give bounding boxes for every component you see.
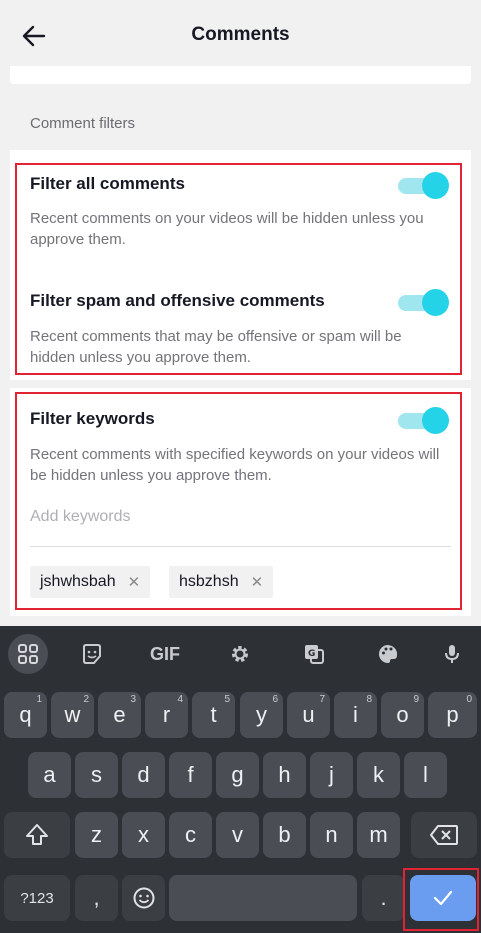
backspace-key[interactable]	[411, 812, 477, 858]
sticker-icon[interactable]	[73, 636, 111, 672]
key-s[interactable]: s	[75, 752, 118, 798]
microphone-icon[interactable]	[433, 636, 471, 672]
key-label: t	[210, 702, 217, 727]
key-hint: 8	[366, 694, 372, 705]
key-label: r	[162, 702, 171, 727]
highlight-box	[403, 868, 479, 931]
palette-icon[interactable]	[369, 636, 407, 672]
key-label: q	[19, 702, 32, 727]
settings-gear-icon[interactable]	[221, 636, 259, 672]
emoji-key[interactable]	[122, 875, 165, 921]
apps-grid-icon[interactable]	[8, 634, 48, 674]
key-c[interactable]: c	[169, 812, 212, 858]
gif-button[interactable]: GIF	[146, 636, 184, 672]
page-title: Comments	[191, 24, 290, 45]
translate-icon[interactable]: G	[295, 636, 333, 672]
key-t[interactable]: t5	[192, 692, 235, 738]
key-hint: 3	[130, 694, 136, 705]
key-q[interactable]: q1	[4, 692, 47, 738]
key-d[interactable]: d	[122, 752, 165, 798]
key-label: u	[302, 702, 315, 727]
key-i[interactable]: i8	[334, 692, 377, 738]
key-hint: 2	[83, 694, 89, 705]
key-y[interactable]: y6	[240, 692, 283, 738]
key-w[interactable]: w2	[51, 692, 94, 738]
section-label: Comment filters	[30, 115, 136, 132]
key-b[interactable]: b	[263, 812, 306, 858]
symbols-key[interactable]: ?123	[4, 875, 70, 921]
key-f[interactable]: f	[169, 752, 212, 798]
key-label: i	[353, 702, 358, 727]
key-j[interactable]: j	[310, 752, 353, 798]
previous-section-card	[10, 66, 471, 84]
app-header: Comments	[0, 0, 481, 70]
highlight-box	[15, 163, 462, 375]
key-label: w	[64, 702, 81, 727]
key-h[interactable]: h	[263, 752, 306, 798]
backspace-icon	[430, 825, 458, 845]
key-r[interactable]: r4	[145, 692, 188, 738]
key-hint: 6	[272, 694, 278, 705]
key-l[interactable]: l	[404, 752, 447, 798]
key-a[interactable]: a	[28, 752, 71, 798]
key-hint: 5	[224, 694, 230, 705]
comma-key[interactable]: ,	[75, 875, 118, 921]
key-label: y	[256, 702, 267, 727]
key-z[interactable]: z	[75, 812, 118, 858]
key-p[interactable]: p0	[428, 692, 477, 738]
key-o[interactable]: o9	[381, 692, 424, 738]
key-m[interactable]: m	[357, 812, 400, 858]
emoji-icon	[133, 887, 154, 909]
space-key[interactable]	[169, 875, 357, 921]
key-e[interactable]: e3	[98, 692, 141, 738]
key-label: o	[396, 702, 409, 727]
key-u[interactable]: u7	[287, 692, 330, 738]
key-x[interactable]: x	[122, 812, 165, 858]
key-k[interactable]: k	[357, 752, 400, 798]
period-key[interactable]: .	[362, 875, 405, 921]
shift-icon	[26, 824, 48, 845]
keyboard-toolbar: GIF G	[0, 626, 481, 680]
key-hint: 9	[413, 694, 419, 705]
key-hint: 0	[466, 694, 472, 705]
highlight-box	[15, 392, 462, 610]
shift-key[interactable]	[4, 812, 70, 858]
key-g[interactable]: g	[216, 752, 259, 798]
key-hint: 7	[319, 694, 325, 705]
key-n[interactable]: n	[310, 812, 353, 858]
key-hint: 4	[177, 694, 183, 705]
svg-text:G: G	[308, 649, 315, 659]
key-label: e	[113, 702, 126, 727]
key-v[interactable]: v	[216, 812, 259, 858]
key-label: p	[446, 702, 459, 727]
key-hint: 1	[36, 694, 42, 705]
